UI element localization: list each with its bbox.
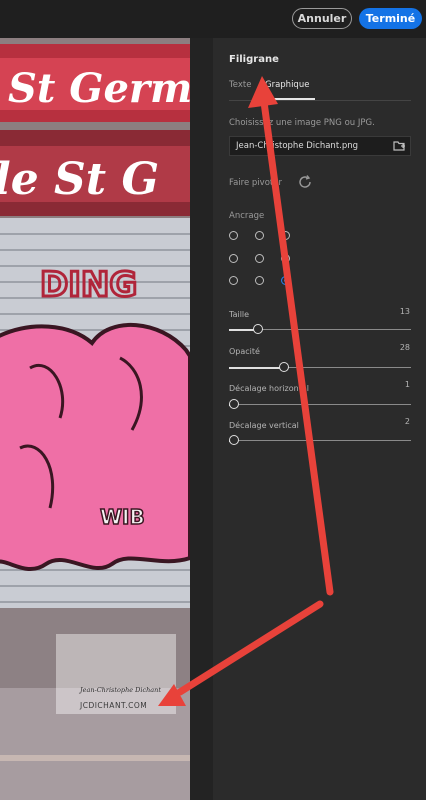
top-toolbar: Annuler Terminé [0,0,426,38]
anchor-middle-left[interactable] [229,254,238,263]
slider-label-vertical-offset: Décalage vertical [229,421,299,430]
anchor-bottom-center[interactable] [255,276,264,285]
anchor-middle-center[interactable] [255,254,264,263]
anchor-top-center[interactable] [255,231,264,240]
slider-fill-opacity [229,366,284,369]
tab-text[interactable]: Texte [229,80,251,90]
done-button[interactable]: Terminé [359,8,422,29]
active-tab-indicator [265,98,315,100]
anchor-bottom-left[interactable] [229,276,238,285]
slider-value-opacity: 28 [399,343,410,352]
slider-label-opacity: Opacité [229,347,260,356]
slider-thumb-vertical-offset[interactable] [229,434,239,445]
folder-icon[interactable] [393,140,406,152]
image-file-field[interactable]: Jean-Christophe Dichant.png [229,136,411,156]
slider-value-horizontal-offset: 1 [404,380,410,389]
watermark-tabs: Texte Graphique [229,80,411,101]
anchor-top-right[interactable] [281,231,290,240]
sign-text-second: le St G [0,154,159,205]
tab-graphic[interactable]: Graphique [265,80,309,90]
slider-label-horizontal-offset: Décalage horizontal [229,384,309,393]
choose-image-label: Choisissez une image PNG ou JPG. [229,118,375,128]
graffiti-word: WIB [100,505,145,529]
watermark-url: JCDICHANT.COM [80,701,148,710]
anchor-top-left[interactable] [229,231,238,240]
anchor-middle-right[interactable] [281,254,290,263]
slider-thumb-size[interactable] [253,323,264,334]
slider-value-size: 13 [399,307,410,316]
slider-value-vertical-offset: 2 [404,417,410,426]
anchor-label: Ancrage [229,211,265,221]
slider-track-vertical-offset[interactable] [229,434,411,445]
watermark-signature: Jean-Christophe Dichant [80,686,161,694]
cancel-button[interactable]: Annuler [292,8,352,29]
panel-gutter [190,38,213,800]
rotate-icon[interactable] [297,174,313,190]
watermark-panel: Filigrane Texte Graphique Choisissez une… [213,38,426,800]
rotate-label: Faire pivoter [229,178,282,188]
slider-track-horizontal-offset[interactable] [229,398,411,409]
anchor-bottom-right[interactable] [281,276,290,285]
slider-thumb-horizontal-offset[interactable] [229,398,239,409]
slider-track-size[interactable] [229,323,411,334]
sign-text-top: St Germ [8,65,190,112]
slider-track-opacity[interactable] [229,361,411,372]
slider-thumb-opacity[interactable] [278,361,289,372]
graffiti-tag: DING [40,265,137,305]
panel-title: Filigrane [229,54,279,65]
file-name: Jean-Christophe Dichant.png [236,141,359,151]
slider-label-size: Taille [229,310,250,319]
